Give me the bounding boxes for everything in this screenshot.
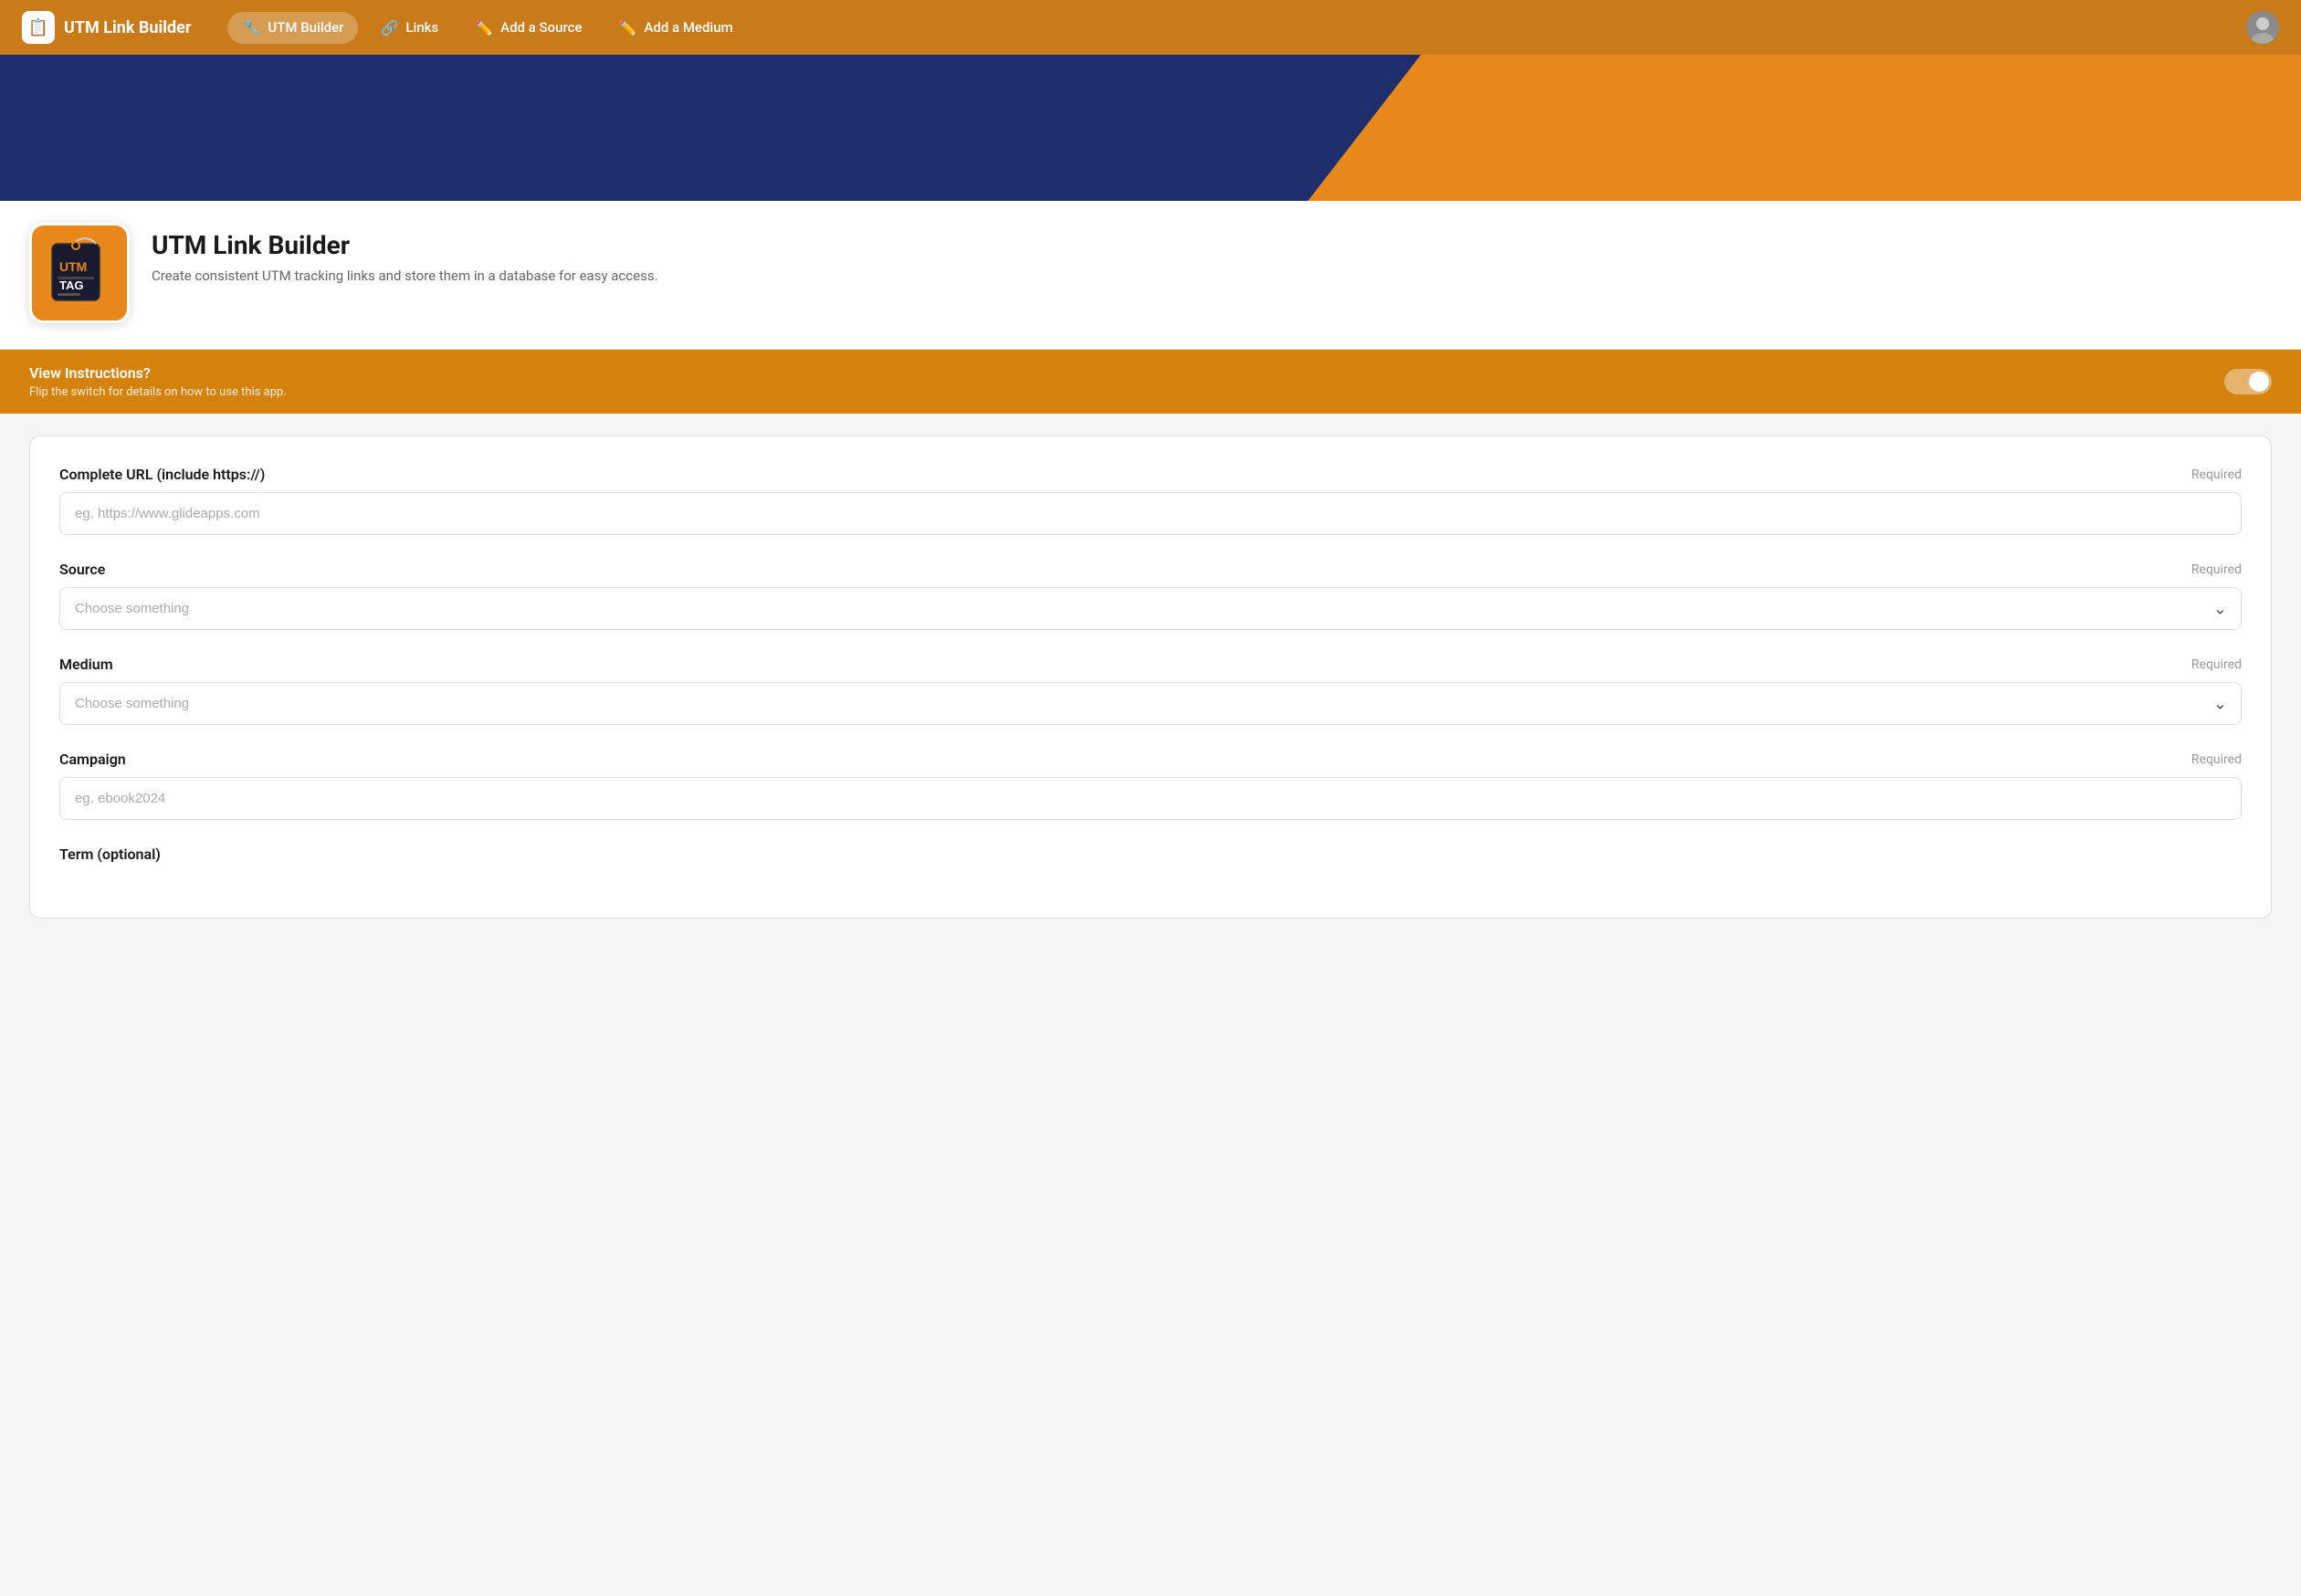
campaign-label: Campaign xyxy=(59,751,126,768)
nav-tab-add-source-label: Add a Source xyxy=(500,19,582,36)
links-icon: 🔗 xyxy=(380,19,398,37)
medium-select[interactable]: Choose something xyxy=(59,682,2242,725)
medium-label-row: Medium Required xyxy=(59,656,2242,673)
main-content: Complete URL (include https://) Required… xyxy=(0,414,2301,940)
navbar: 📋 UTM Link Builder 🔧 UTM Builder 🔗 Links… xyxy=(0,0,2301,55)
campaign-required: Required xyxy=(2191,752,2242,767)
instructions-toggle[interactable] xyxy=(2224,369,2272,394)
app-header-card: UTM TAG UTM Link Builder Create consiste… xyxy=(0,201,2301,350)
app-description: Create consistent UTM tracking links and… xyxy=(152,268,658,284)
source-select-wrapper: Choose something ⌄ xyxy=(59,587,2242,630)
source-select[interactable]: Choose something xyxy=(59,587,2242,630)
source-label: Source xyxy=(59,561,105,578)
app-header-text: UTM Link Builder Create consistent UTM t… xyxy=(152,223,658,284)
source-form-group: Source Required Choose something ⌄ xyxy=(59,561,2242,630)
medium-select-wrapper: Choose something ⌄ xyxy=(59,682,2242,725)
utm-builder-icon: 🔧 xyxy=(242,19,260,37)
nav-tab-add-medium-label: Add a Medium xyxy=(644,19,732,36)
svg-text:UTM: UTM xyxy=(59,259,87,274)
instructions-heading: View Instructions? xyxy=(29,364,287,382)
campaign-form-group: Campaign Required xyxy=(59,751,2242,820)
app-logo: UTM TAG xyxy=(29,223,130,323)
term-label-row: Term (optional) xyxy=(59,845,2242,863)
nav-tab-add-medium[interactable]: ✏️ Add a Medium xyxy=(604,12,748,44)
instructions-text: View Instructions? Flip the switch for d… xyxy=(29,364,287,399)
nav-brand: 📋 UTM Link Builder xyxy=(22,11,191,44)
add-medium-icon: ✏️ xyxy=(619,19,637,37)
medium-form-group: Medium Required Choose something ⌄ xyxy=(59,656,2242,725)
nav-tabs: 🔧 UTM Builder 🔗 Links ✏️ Add a Source ✏️… xyxy=(227,12,2232,44)
source-required: Required xyxy=(2191,562,2242,577)
brand-label: UTM Link Builder xyxy=(64,18,191,37)
nav-tab-add-source[interactable]: ✏️ Add a Source xyxy=(460,12,596,44)
app-title: UTM Link Builder xyxy=(152,230,658,260)
toggle-slider xyxy=(2224,369,2272,394)
source-label-row: Source Required xyxy=(59,561,2242,578)
term-label: Term (optional) xyxy=(59,845,161,863)
nav-tab-utm-builder[interactable]: 🔧 UTM Builder xyxy=(227,12,358,44)
campaign-input[interactable] xyxy=(59,777,2242,820)
instructions-banner: View Instructions? Flip the switch for d… xyxy=(0,350,2301,414)
url-form-group: Complete URL (include https://) Required xyxy=(59,466,2242,535)
nav-tab-links-label: Links xyxy=(405,19,438,36)
user-avatar[interactable] xyxy=(2246,11,2279,44)
nav-tab-utm-builder-label: UTM Builder xyxy=(268,19,343,36)
medium-required: Required xyxy=(2191,657,2242,672)
url-label-row: Complete URL (include https://) Required xyxy=(59,466,2242,483)
add-source-icon: ✏️ xyxy=(475,19,493,37)
url-input[interactable] xyxy=(59,492,2242,535)
brand-icon: 📋 xyxy=(22,11,55,44)
nav-tab-links[interactable]: 🔗 Links xyxy=(365,12,453,44)
campaign-label-row: Campaign Required xyxy=(59,751,2242,768)
term-form-group: Term (optional) xyxy=(59,845,2242,863)
svg-text:TAG: TAG xyxy=(59,278,83,292)
url-required: Required xyxy=(2191,467,2242,482)
url-label: Complete URL (include https://) xyxy=(59,466,265,483)
instructions-subtext: Flip the switch for details on how to us… xyxy=(29,385,287,399)
form-card: Complete URL (include https://) Required… xyxy=(29,436,2272,919)
medium-label: Medium xyxy=(59,656,113,673)
